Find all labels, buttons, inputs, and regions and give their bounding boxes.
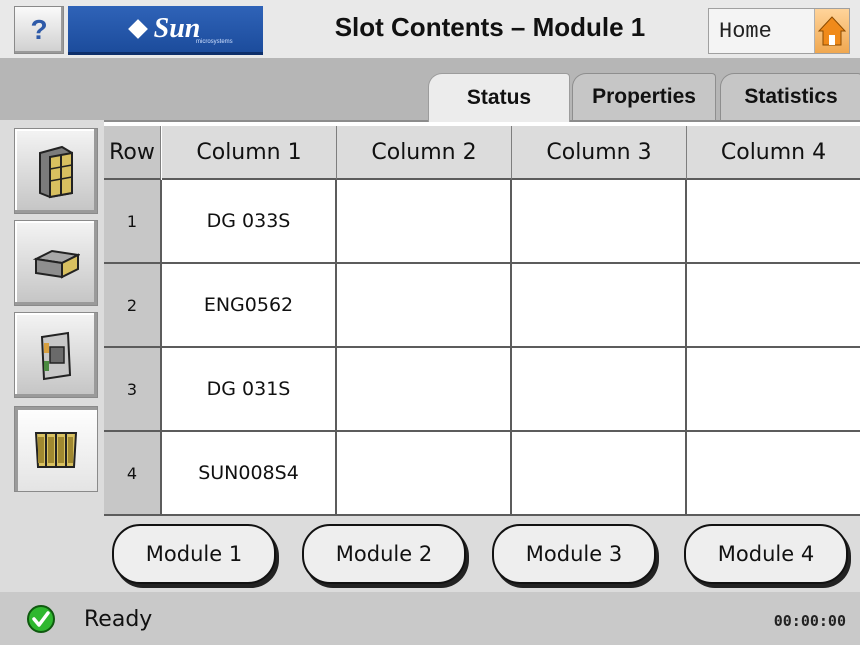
- cartridge-view-button[interactable]: [14, 312, 98, 398]
- row-header: 1: [104, 180, 162, 264]
- logo-text: Sun: [153, 13, 201, 44]
- slot-cell[interactable]: DG 031S: [162, 348, 337, 432]
- slot-cell[interactable]: [687, 432, 860, 516]
- sun-logo: Sun microsystems: [68, 6, 263, 55]
- slot-cell[interactable]: DG 033S: [162, 180, 337, 264]
- tab-properties[interactable]: Properties: [572, 73, 716, 120]
- slot-cell[interactable]: [337, 180, 512, 264]
- slot-cell[interactable]: [337, 348, 512, 432]
- view-selector-panel: [0, 120, 104, 592]
- sun-diamond-icon: [127, 19, 148, 39]
- row-header: 4: [104, 432, 162, 516]
- slot-cell[interactable]: [687, 180, 860, 264]
- row-column-header: Row: [104, 126, 161, 180]
- module-4-button[interactable]: Module 4: [684, 524, 848, 584]
- module-2-button[interactable]: Module 2: [302, 524, 466, 584]
- checkmark-ok-icon: [26, 604, 56, 639]
- clock: 00:00:00: [773, 612, 846, 630]
- title-bar: ? Sun microsystems Slot Contents – Modul…: [0, 0, 860, 58]
- row-header: 3: [104, 348, 162, 432]
- home-label: Home: [719, 19, 772, 44]
- row-header: 2: [104, 264, 162, 348]
- slot-cell[interactable]: [337, 432, 512, 516]
- tab-strip: Status Properties Statistics: [0, 58, 860, 122]
- slot-cell[interactable]: [512, 348, 687, 432]
- status-bar: Ready 00:00:00: [0, 592, 860, 645]
- drive-view-button[interactable]: [14, 220, 98, 306]
- enclosure-view-button[interactable]: [14, 128, 98, 214]
- slot-cell[interactable]: [337, 264, 512, 348]
- slot-cell[interactable]: [512, 264, 687, 348]
- status-text: Ready: [84, 607, 153, 632]
- slot-cell[interactable]: [512, 432, 687, 516]
- column-header[interactable]: Column 3: [512, 126, 687, 180]
- logo-subtext: microsystems: [196, 39, 233, 45]
- slot-cell[interactable]: [512, 180, 687, 264]
- column-header[interactable]: Column 1: [162, 126, 337, 180]
- home-button[interactable]: Home: [708, 8, 850, 54]
- column-header[interactable]: Column 2: [337, 126, 512, 180]
- slot-cell[interactable]: SUN008S4: [162, 432, 337, 516]
- column-header[interactable]: Column 4: [687, 126, 860, 180]
- help-button[interactable]: ?: [14, 6, 64, 54]
- house-icon[interactable]: [814, 9, 849, 53]
- slot-grid: Row Column 1 Column 2 Column 3 Column 4 …: [104, 126, 860, 516]
- tab-status[interactable]: Status: [428, 73, 570, 122]
- magazine-view-button[interactable]: [14, 406, 98, 492]
- page-title: Slot Contents – Module 1: [334, 12, 646, 42]
- module-selector-bar: Module 1 Module 2 Module 3 Module 4: [104, 516, 860, 592]
- module-3-button[interactable]: Module 3: [492, 524, 656, 584]
- module-1-button[interactable]: Module 1: [112, 524, 276, 584]
- slot-cell[interactable]: [687, 264, 860, 348]
- slot-cell[interactable]: ENG0562: [162, 264, 337, 348]
- slot-cell[interactable]: [687, 348, 860, 432]
- tab-statistics[interactable]: Statistics: [720, 73, 860, 120]
